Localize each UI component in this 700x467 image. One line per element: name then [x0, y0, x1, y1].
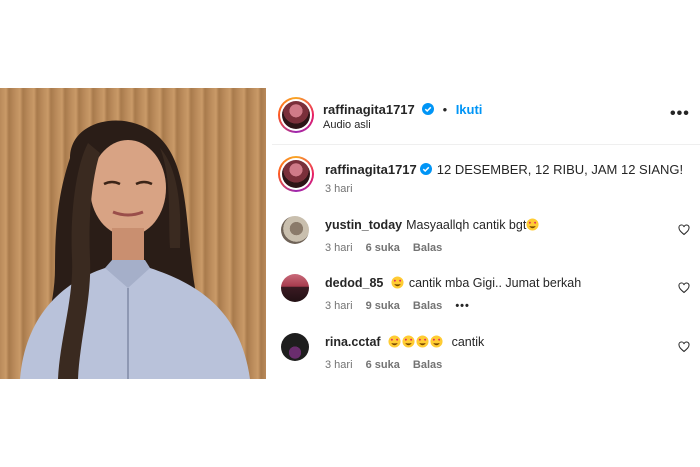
caption-username[interactable]: raffinagita1717: [325, 162, 417, 177]
heart-eyes-emoji: [416, 335, 429, 348]
comment-item: yustin_today Masyaallqh cantik bgt 3 hari…: [272, 216, 700, 256]
comment-likes[interactable]: 6 suka: [366, 359, 400, 371]
follow-button[interactable]: Ikuti: [456, 102, 483, 117]
comment-line: dedod_85 cantik mba Gigi.. Jumat berkah: [325, 276, 581, 290]
reply-button[interactable]: Balas: [413, 242, 442, 254]
comment-item: dedod_85 cantik mba Gigi.. Jumat berkah …: [272, 274, 700, 314]
comment-username[interactable]: yustin_today: [325, 218, 402, 232]
heart-icon[interactable]: [678, 341, 690, 353]
heart-icon[interactable]: [678, 282, 690, 294]
caption-text: 12 DESEMBER, 12 RIBU, JAM 12 SIANG!: [436, 162, 684, 177]
emoji-group: [388, 335, 447, 349]
heart-eyes-emoji: [526, 218, 539, 231]
comment-item: rina.cctaf cantik 3 hari 6 suka Balas: [272, 333, 700, 373]
caption-line: raffinagita1717 12 DESEMBER, 12 RIBU, JAM…: [325, 162, 683, 177]
comment-username[interactable]: dedod_85: [325, 276, 383, 290]
comment-text: Masyaallqh cantik bgt: [406, 218, 527, 232]
audio-label[interactable]: Audio asli: [323, 119, 371, 131]
post-panel: raffinagita1717 • Ikuti Audio asli ••• r…: [272, 88, 700, 379]
header-author-line: raffinagita1717 • Ikuti: [323, 101, 482, 119]
commenter-avatar[interactable]: [281, 333, 309, 361]
commenter-avatar[interactable]: [281, 216, 309, 244]
reply-button[interactable]: Balas: [413, 300, 442, 312]
comment-likes[interactable]: 6 suka: [366, 242, 400, 254]
comment-meta: 3 hari 9 suka Balas •••: [325, 300, 480, 312]
comment-likes[interactable]: 9 suka: [366, 300, 400, 312]
header-divider: [272, 144, 700, 145]
reply-button[interactable]: Balas: [413, 359, 442, 371]
separator-dot: •: [442, 102, 448, 117]
heart-eyes-emoji: [430, 335, 443, 348]
verified-badge-icon: [419, 163, 432, 175]
post-header: raffinagita1717 • Ikuti Audio asli •••: [272, 88, 700, 144]
author-username[interactable]: raffinagita1717: [323, 102, 415, 117]
comment-username[interactable]: rina.cctaf: [325, 335, 381, 349]
verified-badge-icon: [422, 103, 435, 115]
comment-time[interactable]: 3 hari: [325, 242, 353, 254]
comment-meta: 3 hari 6 suka Balas: [325, 242, 452, 254]
comment-line: yustin_today Masyaallqh cantik bgt: [325, 218, 540, 232]
commenter-avatar[interactable]: [281, 274, 309, 302]
comment-time[interactable]: 3 hari: [325, 300, 353, 312]
heart-eyes-emoji: [402, 335, 415, 348]
comment-text: cantik mba Gigi.. Jumat berkah: [408, 276, 582, 290]
author-avatar[interactable]: [278, 97, 314, 133]
comment-meta: 3 hari 6 suka Balas: [325, 359, 452, 371]
comment-line: rina.cctaf cantik: [325, 335, 484, 349]
more-options-icon[interactable]: •••: [670, 105, 690, 123]
post-photo: [20, 120, 250, 379]
caption-avatar[interactable]: [278, 156, 314, 192]
caption-timestamp[interactable]: 3 hari: [325, 183, 353, 195]
heart-eyes-emoji: [388, 335, 401, 348]
comment-more-icon[interactable]: •••: [455, 300, 470, 312]
comment-time[interactable]: 3 hari: [325, 359, 353, 371]
post-media[interactable]: [0, 88, 266, 379]
comment-text: cantik: [451, 335, 485, 349]
heart-icon[interactable]: [678, 224, 690, 236]
heart-eyes-emoji: [391, 276, 404, 289]
